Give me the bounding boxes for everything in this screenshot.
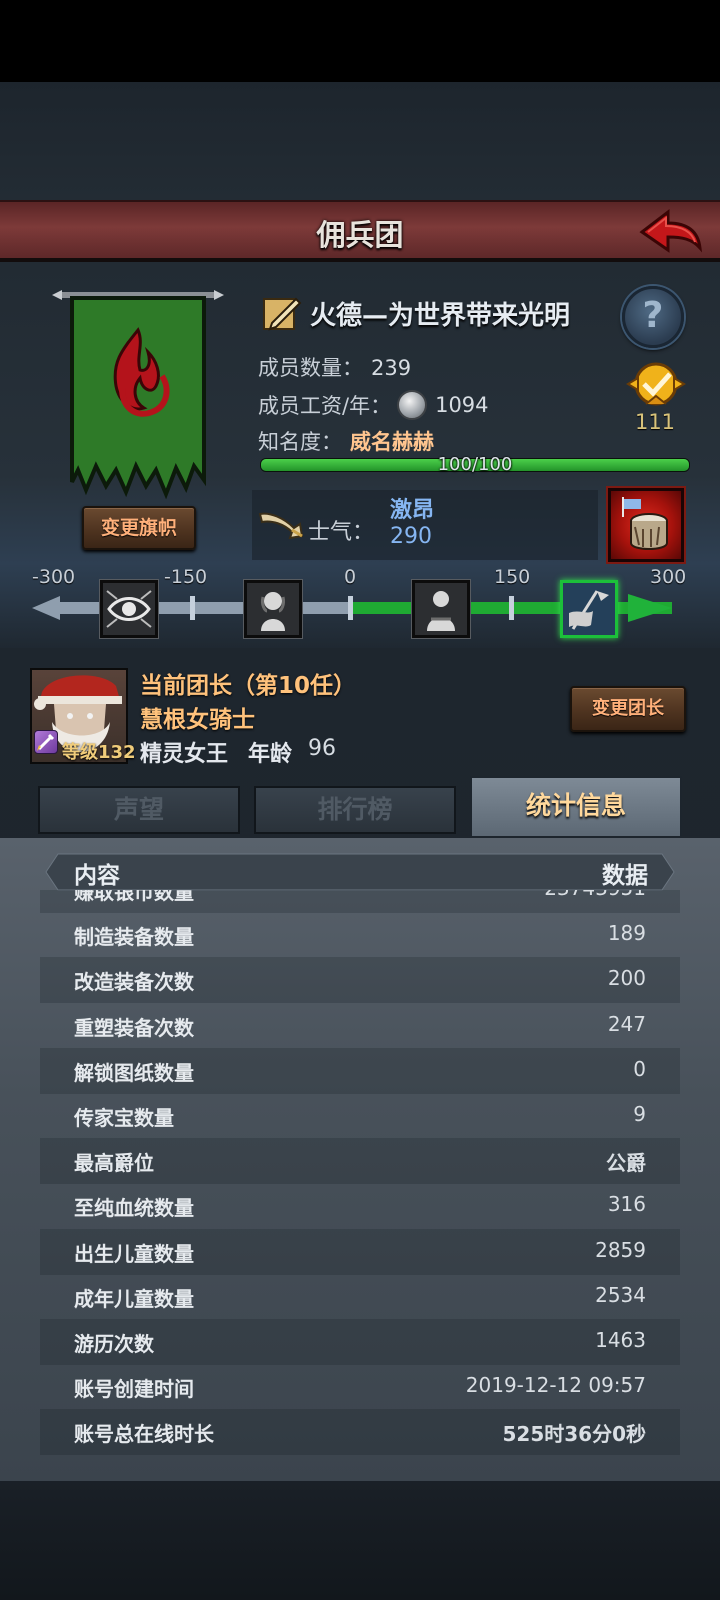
silver-coin-icon: [397, 390, 428, 420]
horn-icon: [258, 512, 304, 540]
stats-column-data: 数据: [602, 863, 648, 889]
neutral-icon[interactable]: [412, 580, 470, 638]
table-row: 账号创建时间 2019-12-12 09:57: [40, 1364, 680, 1410]
stats-list[interactable]: 赚取银币数量 23743951 制造装备数量 189 改造装备次数 200 重塑装备次数 24…: [40, 890, 680, 1480]
leader-age-label: 年龄: [248, 742, 293, 767]
morale-state: 激昂: [390, 498, 435, 523]
wage-line: 成员工资/年： 1094: [258, 390, 489, 420]
change-leader-button[interactable]: 变更团长: [570, 686, 686, 732]
tab-leaderboard[interactable]: 排行榜: [254, 786, 456, 834]
morale-tick: -150: [164, 566, 208, 588]
stat-label: 出生儿童数量: [74, 1241, 194, 1266]
morale-label: 士气：: [308, 520, 375, 545]
stat-label: 至纯血统数量: [74, 1196, 194, 1221]
stat-label: 解锁图纸数量: [74, 1060, 194, 1085]
morale-tick: 300: [650, 566, 687, 588]
fame-progress-text: 100/100: [437, 454, 513, 475]
table-row: 最高爵位 公爵: [40, 1138, 680, 1185]
wage-value: 1094: [435, 393, 489, 417]
stat-value: 2019-12-12 09:57: [465, 1373, 646, 1398]
leader-age: 96: [308, 736, 336, 761]
stat-value: 189: [607, 921, 646, 946]
stat-label: 重塑装备次数: [74, 1015, 194, 1040]
stat-label: 游历次数: [74, 1332, 154, 1356]
members-label: 成员数量：: [258, 356, 363, 380]
back-arrow-icon[interactable]: [638, 208, 704, 260]
stat-value: 2859: [595, 1237, 646, 1262]
medal-count: 111: [634, 410, 676, 434]
stat-label: 传家宝数量: [74, 1106, 174, 1130]
stat-value: 316: [607, 1192, 646, 1217]
stat-value: 0: [633, 1056, 646, 1081]
stat-label: 账号创建时间: [74, 1377, 194, 1402]
table-row: 传家宝数量 9: [40, 1093, 680, 1139]
table-row: 赚取银币数量 23743951: [40, 890, 680, 913]
wage-label: 成员工资/年：: [258, 394, 392, 418]
despair-icon[interactable]: [244, 580, 302, 638]
stat-value: 247: [607, 1011, 646, 1036]
eye-icon[interactable]: [100, 580, 158, 638]
stat-label: 制造装备数量: [74, 925, 194, 950]
drum-icon[interactable]: [608, 488, 684, 562]
stats-column-content: 内容: [74, 863, 120, 889]
victory-icon[interactable]: [560, 580, 618, 638]
leader-title: 当前团长（第10任）: [140, 673, 357, 699]
leader-level: 等级132: [62, 742, 136, 763]
table-row: 账号总在线时长 525时36分0秒: [40, 1409, 680, 1456]
tab-statistics[interactable]: 统计信息: [470, 776, 682, 838]
bottom-area: [0, 1481, 720, 1600]
table-row: 成年儿童数量 2534: [40, 1274, 680, 1320]
edit-icon[interactable]: [262, 293, 302, 333]
stat-value: 23743951: [544, 890, 646, 900]
morale-tick: -300: [32, 566, 76, 588]
fame-line: 知名度： 威名赫赫: [258, 426, 434, 456]
stat-label: 最高爵位: [74, 1151, 154, 1176]
fame-title: 威名赫赫: [350, 430, 434, 454]
guild-banner: [52, 290, 224, 500]
table-row: 至纯血统数量 316: [40, 1183, 680, 1229]
members-line: 成员数量： 239: [258, 352, 411, 382]
leader-class: 精灵女王: [140, 742, 229, 767]
stat-value: 200: [607, 966, 646, 991]
morale-tick: 150: [494, 566, 531, 588]
table-row: 改造装备次数 200: [40, 957, 680, 1004]
stat-value: 525时36分0秒: [502, 1422, 647, 1447]
leader-name: 慧根女骑士: [140, 707, 255, 733]
stat-value: 1463: [595, 1328, 646, 1352]
stat-value: 公爵: [606, 1151, 646, 1176]
stat-label: 赚取银币数量: [74, 890, 194, 904]
help-icon[interactable]: ?: [622, 286, 684, 348]
tab-reputation[interactable]: 声望: [38, 786, 240, 834]
stat-label: 成年儿童数量: [74, 1286, 194, 1311]
members-count: 239: [371, 356, 412, 380]
table-row: 游历次数 1463: [40, 1319, 680, 1365]
guild-name-row: 火德—为世界带来光明: [262, 290, 570, 336]
weapon-class-icon: [34, 730, 58, 754]
fame-label: 知名度：: [258, 430, 342, 454]
medal-icon[interactable]: [624, 360, 688, 412]
stat-value: 2534: [595, 1282, 646, 1307]
stat-label: 改造装备次数: [74, 970, 194, 995]
table-row: 解锁图纸数量 0: [40, 1047, 680, 1094]
table-row: 重塑装备次数 247: [40, 1003, 680, 1049]
stat-value: 9: [633, 1102, 646, 1126]
change-flag-button[interactable]: 变更旗帜: [82, 506, 196, 550]
morale-value: 290: [390, 524, 432, 549]
table-row: 出生儿童数量 2859: [40, 1228, 680, 1275]
guild-name: 火德—为世界带来光明: [310, 300, 571, 331]
morale-tick: 0: [344, 566, 357, 588]
guild-screen: { "header": {"title": "佣兵团"}, "guild": {…: [0, 0, 720, 1600]
header-bar: 佣兵团: [0, 200, 720, 262]
page-title: 佣兵团: [316, 218, 404, 252]
table-row: 制造装备数量 189: [40, 912, 680, 958]
stat-label: 账号总在线时长: [74, 1422, 214, 1447]
